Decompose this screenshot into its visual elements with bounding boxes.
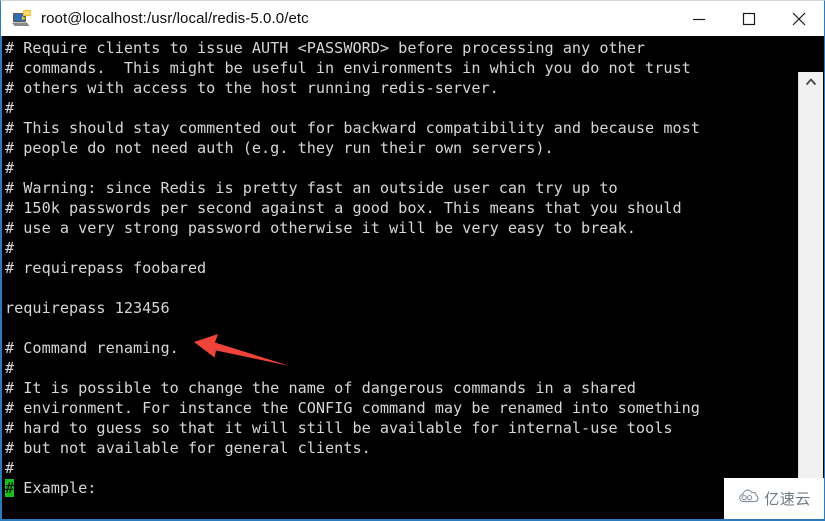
terminal-line: # <box>5 159 15 177</box>
terminal-line: # but not available for general clients. <box>5 439 371 457</box>
scroll-up-arrow-icon[interactable] <box>799 72 823 92</box>
cloud-icon <box>737 488 761 509</box>
vertical-scrollbar[interactable] <box>798 72 823 519</box>
close-button[interactable] <box>774 1 824 37</box>
terminal-line: # use a very strong password otherwise i… <box>5 219 636 237</box>
terminal-line: # <box>5 99 15 117</box>
terminal-line: # It is possible to change the name of d… <box>5 379 636 397</box>
terminal-line: # people do not need auth (e.g. they run… <box>5 139 554 157</box>
terminal-line: # Require clients to issue AUTH <PASSWOR… <box>5 39 646 57</box>
terminal-line: requirepass 123456 <box>5 299 170 317</box>
terminal-application-window: root@localhost:/usr/local/redis-5.0.0/et… <box>0 0 825 521</box>
watermark-text: https://blog.csdn.net/qq_39 <box>406 514 724 519</box>
terminal-line: # Warning: since Redis is pretty fast an… <box>5 179 618 197</box>
title-bar: root@localhost:/usr/local/redis-5.0.0/et… <box>0 0 825 36</box>
terminal-frame: # Require clients to issue AUTH <PASSWOR… <box>0 36 825 521</box>
terminal-line: # Command renaming. <box>5 339 179 357</box>
terminal-line: # <box>5 359 15 377</box>
terminal-line: # Example: <box>5 479 97 497</box>
terminal-screen[interactable]: # Require clients to issue AUTH <PASSWOR… <box>4 36 800 519</box>
window-title: root@localhost:/usr/local/redis-5.0.0/et… <box>41 10 309 27</box>
maximize-button[interactable] <box>724 1 774 37</box>
terminal-line: # requirepass foobared <box>5 259 207 277</box>
brand-badge-label: 亿速云 <box>764 491 811 508</box>
terminal-line: # 150k passwords per second against a go… <box>5 199 682 217</box>
brand-badge: 亿速云 <box>724 478 824 519</box>
terminal-computer-icon <box>11 8 33 30</box>
terminal-text-output: # Require clients to issue AUTH <PASSWOR… <box>4 38 800 498</box>
terminal-line: # <box>5 239 15 257</box>
terminal-line: # This should stay commented out for bac… <box>5 119 700 137</box>
scrollbar-track[interactable] <box>799 92 823 519</box>
terminal-line: # commands. This might be useful in envi… <box>5 59 691 77</box>
terminal-line: # <box>5 459 15 477</box>
terminal-line: # environment. For instance the CONFIG c… <box>5 399 700 417</box>
window-controls <box>674 1 824 37</box>
terminal-cursor: # <box>5 479 15 497</box>
terminal-line: # others with access to the host running… <box>5 79 499 97</box>
minimize-button[interactable] <box>674 1 724 37</box>
terminal-line: # hard to guess so that it will still be… <box>5 419 673 437</box>
